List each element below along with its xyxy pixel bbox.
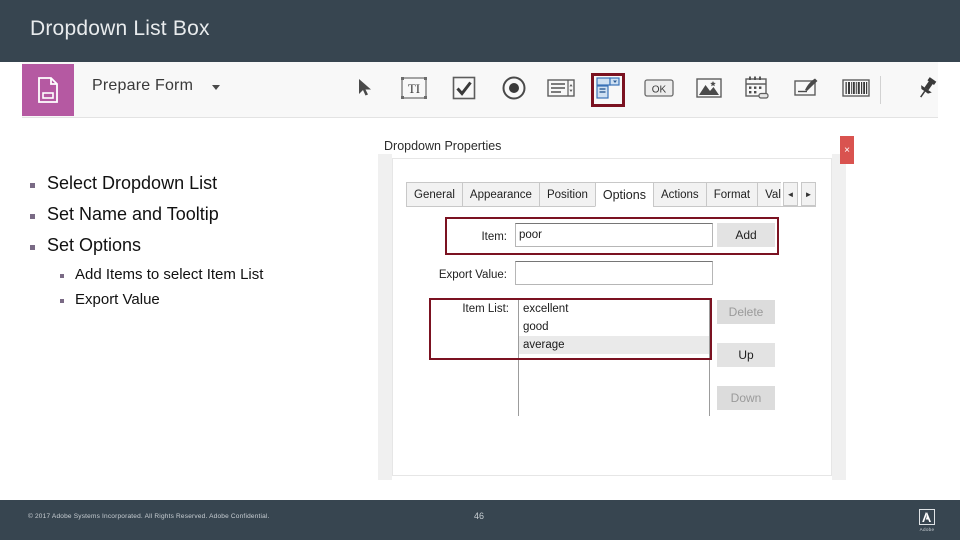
adobe-a-icon bbox=[918, 508, 936, 526]
select-tool[interactable] bbox=[350, 75, 380, 105]
close-icon[interactable]: × bbox=[840, 136, 854, 164]
slide-title-bar: Dropdown List Box bbox=[0, 0, 960, 62]
dropdown-icon bbox=[596, 76, 620, 104]
tab-general[interactable]: General bbox=[406, 182, 462, 206]
list-item-label: Export Value bbox=[75, 291, 160, 309]
radio-button-tool[interactable] bbox=[499, 75, 529, 105]
ok-button-icon: OK bbox=[644, 78, 674, 103]
list-item-label: Set Name and Tooltip bbox=[47, 204, 219, 225]
pin-toolbar[interactable] bbox=[912, 75, 942, 105]
prepare-form-toolbar: Prepare Form TI OK bbox=[22, 62, 938, 118]
barcode-icon bbox=[842, 78, 870, 103]
tab-appearance[interactable]: Appearance bbox=[461, 182, 539, 206]
tab-scroll-right-icon[interactable]: ► bbox=[801, 182, 816, 206]
list-item-label: Set Options bbox=[47, 235, 142, 256]
down-button[interactable]: Down bbox=[717, 386, 775, 410]
item-label: Item: bbox=[481, 231, 507, 243]
tab-actions[interactable]: Actions bbox=[652, 182, 706, 206]
copyright-text: © 2017 Adobe Systems Incorporated. All R… bbox=[28, 513, 270, 520]
list-box-icon bbox=[547, 78, 575, 103]
bullet-square-icon bbox=[30, 183, 35, 188]
checkbox-tool[interactable] bbox=[449, 75, 479, 105]
tab-options[interactable]: Options bbox=[594, 182, 653, 207]
tab-scroll-controls: ◄ ► bbox=[783, 182, 816, 206]
up-button[interactable]: Up bbox=[717, 343, 775, 367]
page-number: 46 bbox=[474, 511, 485, 521]
bullet-square-icon bbox=[60, 274, 64, 279]
dialog-panel: General Appearance Position Options Acti… bbox=[392, 158, 832, 476]
calendar-icon bbox=[745, 76, 771, 105]
bullet-square-icon bbox=[60, 299, 64, 304]
list-item-label: Add Items to select Item List bbox=[75, 266, 264, 284]
tab-validate[interactable]: Vali bbox=[757, 182, 781, 206]
signature-icon bbox=[794, 77, 822, 104]
image-field-tool[interactable] bbox=[694, 75, 724, 105]
svg-text:TI: TI bbox=[408, 81, 420, 96]
list-item[interactable]: good bbox=[519, 318, 709, 336]
list-item: Add Items to select Item List bbox=[30, 265, 360, 284]
list-box-tool[interactable] bbox=[546, 75, 576, 105]
slide-footer: © 2017 Adobe Systems Incorporated. All R… bbox=[0, 500, 960, 540]
export-value-input[interactable] bbox=[515, 261, 713, 285]
item-list-box[interactable]: excellent good average bbox=[518, 300, 710, 416]
list-item[interactable]: average bbox=[519, 336, 709, 354]
add-button[interactable]: Add bbox=[717, 223, 775, 247]
page-title: Dropdown List Box bbox=[30, 17, 210, 40]
toolbar-divider bbox=[880, 76, 881, 104]
adobe-logo: Adobe bbox=[914, 508, 940, 532]
dropdown-tool[interactable] bbox=[591, 73, 625, 107]
prepare-form-label[interactable]: Prepare Form bbox=[92, 77, 193, 95]
item-list-label: Item List: bbox=[462, 303, 509, 315]
adobe-wordmark: Adobe bbox=[919, 527, 935, 532]
svg-text:OK: OK bbox=[652, 84, 667, 95]
screenshot-right-band bbox=[832, 154, 846, 480]
text-field-icon: TI bbox=[401, 76, 427, 104]
tab-format[interactable]: Format bbox=[705, 182, 758, 206]
delete-button[interactable]: Delete bbox=[717, 300, 775, 324]
list-item[interactable]: excellent bbox=[519, 300, 709, 318]
checkbox-icon bbox=[452, 76, 476, 105]
chevron-down-icon[interactable] bbox=[212, 85, 220, 90]
cursor-arrow-icon bbox=[358, 78, 373, 102]
text-field-tool[interactable]: TI bbox=[399, 75, 429, 105]
list-item: Export Value bbox=[30, 290, 360, 309]
list-item: Select Dropdown List bbox=[30, 172, 360, 195]
slide-canvas: Dropdown List Box Prepare Form TI OK Sel… bbox=[0, 0, 960, 540]
pushpin-icon bbox=[915, 76, 939, 105]
tab-scroll-left-icon[interactable]: ◄ bbox=[783, 182, 798, 206]
screenshot-left-band bbox=[378, 154, 392, 480]
radio-button-icon bbox=[502, 76, 526, 105]
export-value-label: Export Value: bbox=[438, 269, 507, 281]
list-item: Set Name and Tooltip bbox=[30, 203, 360, 226]
dropdown-properties-screenshot: Dropdown Properties × General Appearance… bbox=[378, 128, 854, 480]
image-icon bbox=[696, 77, 722, 104]
bullet-square-icon bbox=[30, 214, 35, 220]
dialog-title: Dropdown Properties bbox=[384, 139, 502, 153]
tab-position[interactable]: Position bbox=[538, 182, 595, 206]
dialog-tabstrip: General Appearance Position Options Acti… bbox=[406, 182, 816, 207]
button-tool[interactable]: OK bbox=[644, 75, 674, 105]
bullet-list: Select Dropdown List Set Name and Toolti… bbox=[30, 172, 360, 315]
form-document-icon bbox=[22, 64, 74, 116]
date-field-tool[interactable] bbox=[743, 75, 773, 105]
signature-tool[interactable] bbox=[793, 75, 823, 105]
list-item-label: Select Dropdown List bbox=[47, 173, 218, 193]
item-input[interactable]: poor bbox=[515, 223, 713, 247]
list-item: Set Options bbox=[30, 234, 360, 257]
barcode-tool[interactable] bbox=[841, 75, 871, 105]
bullet-square-icon bbox=[30, 245, 35, 251]
